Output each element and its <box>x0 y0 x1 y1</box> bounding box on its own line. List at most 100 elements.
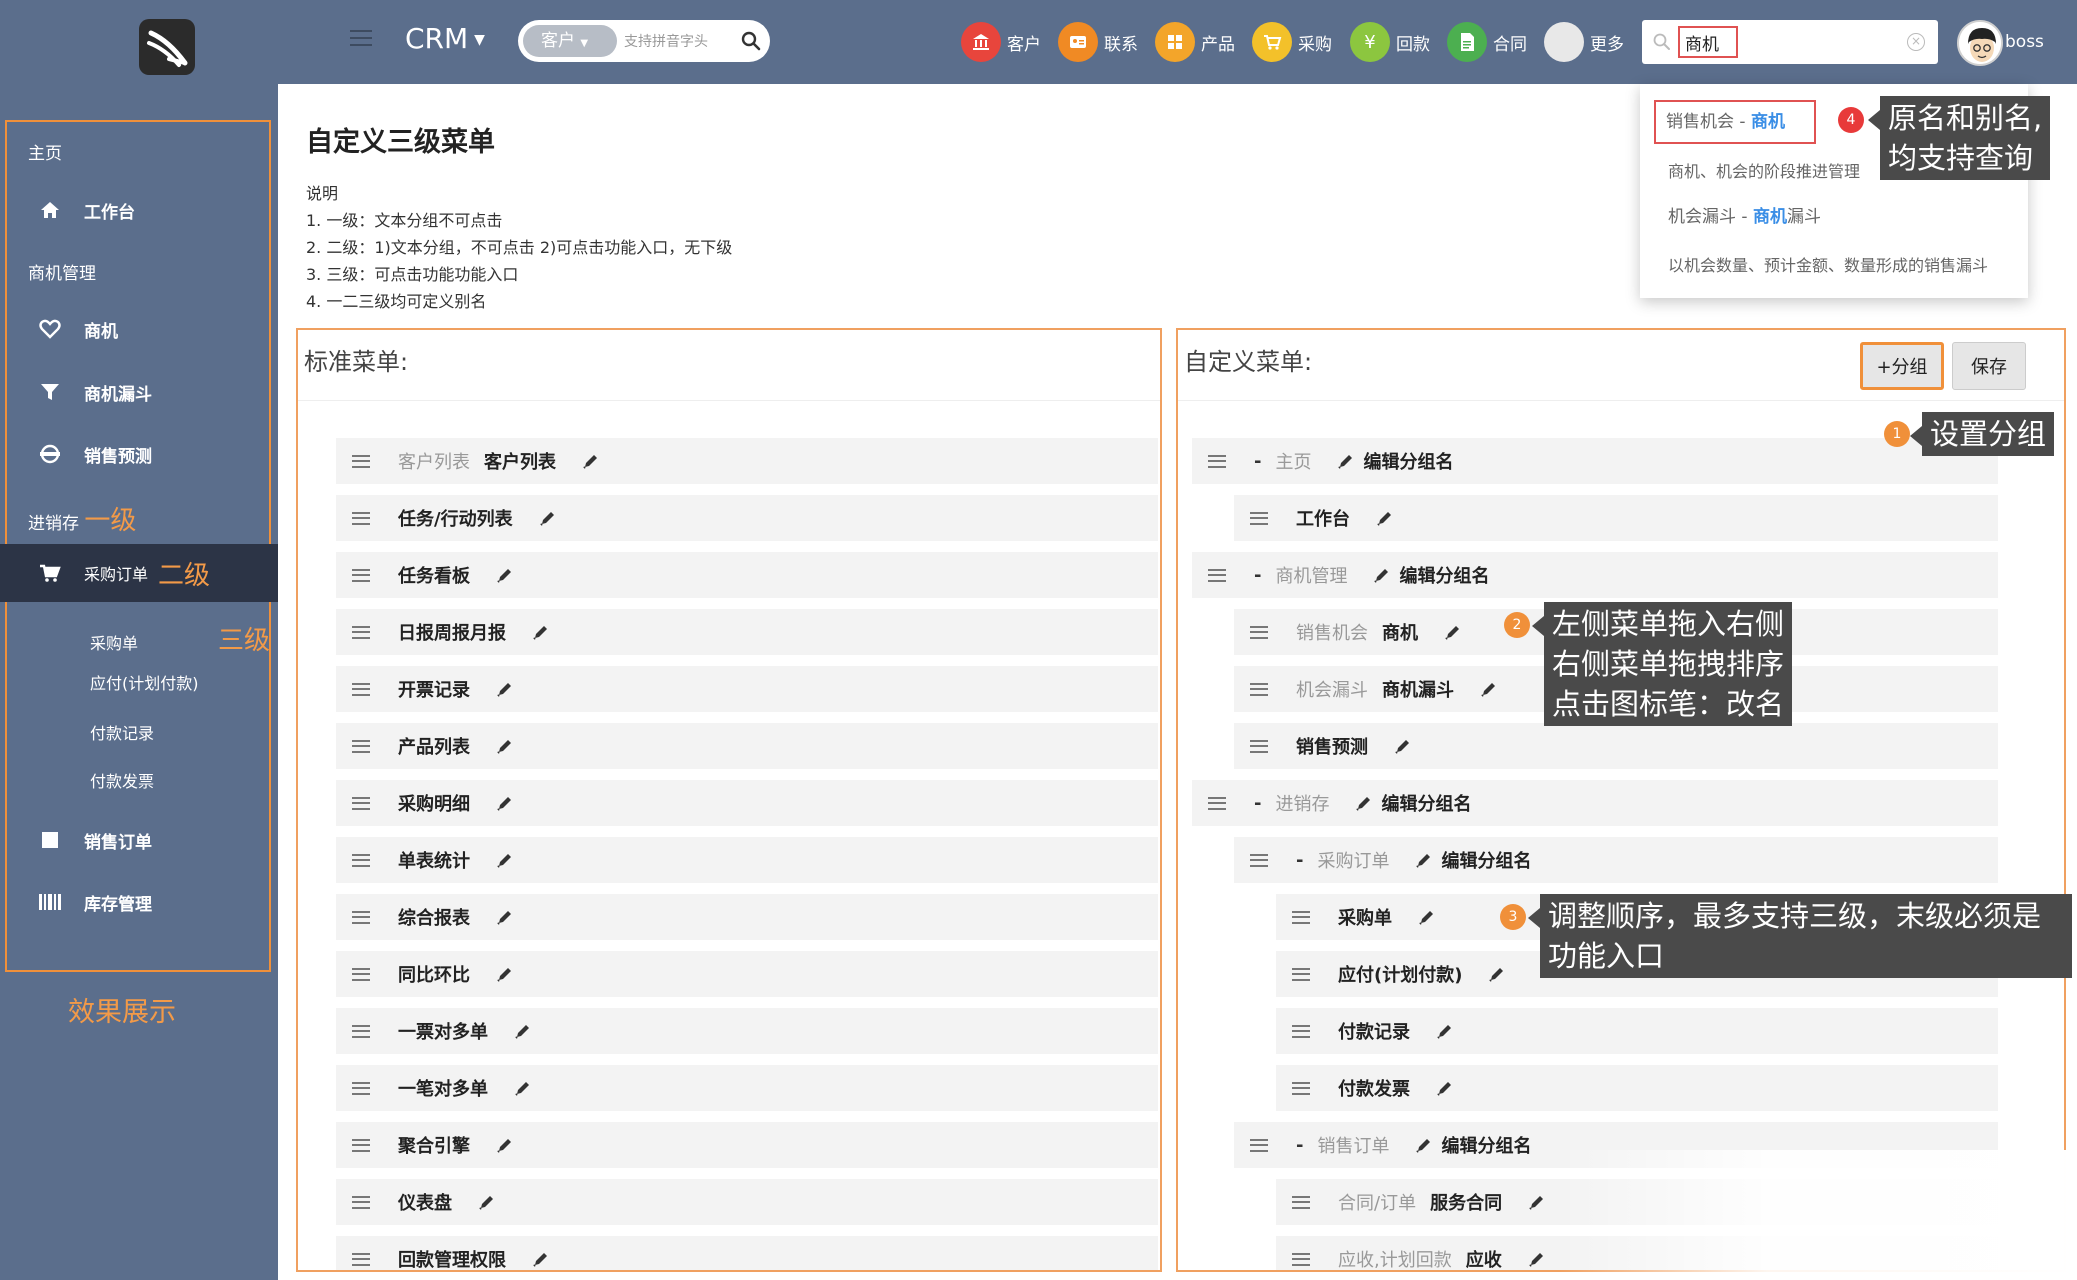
sidebar-item-workbench[interactable]: 工作台 <box>0 188 278 232</box>
drag-handle-icon[interactable] <box>352 967 370 981</box>
drag-handle-icon[interactable] <box>1250 1138 1268 1152</box>
drag-handle-icon[interactable] <box>1208 454 1226 468</box>
drag-handle-icon[interactable] <box>1292 967 1310 981</box>
drag-handle-icon[interactable] <box>352 1195 370 1209</box>
drag-handle-icon[interactable] <box>1250 682 1268 696</box>
collapse-icon[interactable]: - <box>1254 451 1261 472</box>
pencil-icon[interactable] <box>1528 1250 1546 1268</box>
nav-more[interactable]: 更多 <box>1544 22 1624 62</box>
pencil-icon[interactable] <box>514 1079 532 1097</box>
pencil-icon[interactable] <box>496 965 514 983</box>
save-button[interactable]: 保存 <box>1952 342 2026 390</box>
drag-handle-icon[interactable] <box>1292 1081 1310 1095</box>
pencil-icon[interactable] <box>532 623 550 641</box>
menu-row[interactable]: 日报周报月报 <box>336 609 1158 655</box>
drag-handle-icon[interactable] <box>352 1024 370 1038</box>
drag-handle-icon[interactable] <box>352 796 370 810</box>
sidebar-subitem-purchase[interactable]: 采购单 三级 <box>90 620 270 657</box>
sidebar-subitem-payment-invoice[interactable]: 付款发票 <box>90 768 154 792</box>
pencil-icon[interactable] <box>582 452 600 470</box>
search-type-select[interactable]: 客户 ▼ <box>523 25 617 57</box>
pencil-icon[interactable] <box>496 908 514 926</box>
pencil-icon[interactable] <box>1488 965 1506 983</box>
pencil-icon[interactable] <box>1394 737 1412 755</box>
pencil-icon[interactable] <box>1436 1022 1454 1040</box>
menu-row[interactable]: 任务/行动列表 <box>336 495 1158 541</box>
search-result-item[interactable]: 销售机会 - 商机 <box>1654 100 1816 144</box>
pencil-icon[interactable] <box>1373 566 1391 584</box>
sidebar-item-inventory[interactable]: 库存管理 <box>0 880 278 924</box>
drag-handle-icon[interactable] <box>352 625 370 639</box>
menu-row[interactable]: 一票对多单 <box>336 1008 1158 1054</box>
drag-handle-icon[interactable] <box>1208 796 1226 810</box>
drag-handle-icon[interactable] <box>352 682 370 696</box>
sidebar-subitem-payment-record[interactable]: 付款记录 <box>90 720 154 744</box>
group-row[interactable]: - 采购订单 编辑分组名 <box>1234 837 1998 883</box>
menu-row[interactable]: 任务看板 <box>336 552 1158 598</box>
pencil-icon[interactable] <box>478 1193 496 1211</box>
quick-search-input[interactable]: 支持拼音字头 <box>624 31 708 51</box>
drag-handle-icon[interactable] <box>1292 1195 1310 1209</box>
edit-group-name-link[interactable]: 编辑分组名 <box>1441 847 1531 873</box>
collapse-icon[interactable]: - <box>1254 565 1261 586</box>
collapse-icon[interactable]: - <box>1254 793 1261 814</box>
app-logo[interactable] <box>139 19 195 75</box>
menu-row[interactable]: 一笔对多单 <box>336 1065 1158 1111</box>
nav-customer[interactable]: 客户 <box>961 22 1041 62</box>
pencil-icon[interactable] <box>1376 509 1394 527</box>
menu-row[interactable]: 付款发票 <box>1276 1065 1998 1111</box>
add-group-button[interactable]: +分组 <box>1860 342 1944 390</box>
pencil-icon[interactable] <box>1436 1079 1454 1097</box>
menu-row[interactable]: 付款记录 <box>1276 1008 1998 1054</box>
drag-handle-icon[interactable] <box>1250 511 1268 525</box>
group-row[interactable]: - 进销存 编辑分组名 <box>1192 780 1998 826</box>
edit-group-name-link[interactable]: 编辑分组名 <box>1399 562 1489 588</box>
sidebar-item-sales-order[interactable]: 销售订单 <box>0 818 278 862</box>
menu-row[interactable]: 销售预测 <box>1234 723 1998 769</box>
user-name[interactable]: boss <box>2005 32 2044 52</box>
drag-handle-icon[interactable] <box>1292 1024 1310 1038</box>
pencil-icon[interactable] <box>496 851 514 869</box>
nav-product[interactable]: 产品 <box>1155 22 1235 62</box>
menu-row[interactable]: 采购明细 <box>336 780 1158 826</box>
quick-search-box[interactable]: 客户 ▼ 支持拼音字头 <box>518 20 770 62</box>
drag-handle-icon[interactable] <box>352 853 370 867</box>
drag-handle-icon[interactable] <box>352 910 370 924</box>
clear-icon[interactable]: × <box>1907 33 1925 51</box>
collapse-icon[interactable]: - <box>1296 1135 1303 1156</box>
sidebar-item-opportunity[interactable]: 商机 <box>0 307 278 351</box>
pencil-icon[interactable] <box>496 794 514 812</box>
drag-handle-icon[interactable] <box>1292 1252 1310 1266</box>
menu-row[interactable]: 同比环比 <box>336 951 1158 997</box>
search-result-item[interactable]: 机会漏斗 - 商机漏斗 <box>1668 202 1821 227</box>
pencil-icon[interactable] <box>532 1250 550 1268</box>
drag-handle-icon[interactable] <box>352 568 370 582</box>
drag-handle-icon[interactable] <box>352 1138 370 1152</box>
menu-row[interactable]: 客户列表 客户列表 <box>336 438 1158 484</box>
pencil-icon[interactable] <box>514 1022 532 1040</box>
pencil-icon[interactable] <box>1355 794 1373 812</box>
avatar[interactable] <box>1957 20 2003 66</box>
group-row[interactable]: - 商机管理 编辑分组名 <box>1192 552 1998 598</box>
pencil-icon[interactable] <box>1418 908 1436 926</box>
pencil-icon[interactable] <box>496 737 514 755</box>
pencil-icon[interactable] <box>1528 1193 1546 1211</box>
pencil-icon[interactable] <box>496 680 514 698</box>
pencil-icon[interactable] <box>496 566 514 584</box>
pencil-icon[interactable] <box>496 1136 514 1154</box>
group-row[interactable]: - 主页 编辑分组名 <box>1192 438 1998 484</box>
pencil-icon[interactable] <box>1480 680 1498 698</box>
drag-handle-icon[interactable] <box>1250 625 1268 639</box>
edit-group-name-link[interactable]: 编辑分组名 <box>1441 1132 1531 1158</box>
nav-payment[interactable]: ¥ 回款 <box>1350 22 1430 62</box>
drag-handle-icon[interactable] <box>352 1252 370 1266</box>
drag-handle-icon[interactable] <box>1208 568 1226 582</box>
pencil-icon[interactable] <box>1444 623 1462 641</box>
drag-handle-icon[interactable] <box>1250 739 1268 753</box>
menu-row[interactable]: 聚合引擎 <box>336 1122 1158 1168</box>
nav-contact[interactable]: 联系 <box>1058 22 1138 62</box>
pencil-icon[interactable] <box>539 509 557 527</box>
global-search-input[interactable] <box>1678 26 1738 58</box>
sidebar-subitem-payable[interactable]: 应付(计划付款) <box>90 670 199 694</box>
menu-row[interactable]: 开票记录 <box>336 666 1158 712</box>
